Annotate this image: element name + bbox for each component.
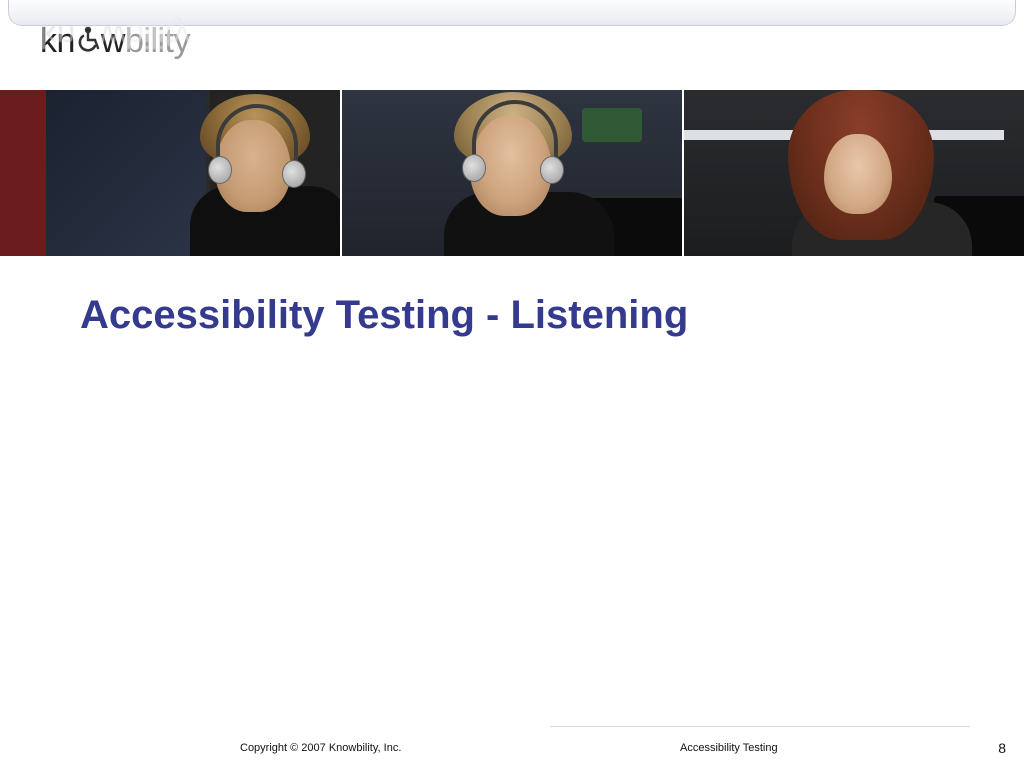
footer-section-label: Accessibility Testing bbox=[680, 742, 778, 754]
logo-text-bility: bility bbox=[125, 22, 190, 61]
slide-title: Accessibility Testing - Listening bbox=[80, 293, 688, 338]
logo-text-kn: kn bbox=[40, 22, 75, 61]
footer-copyright: Copyright © 2007 Knowbility, Inc. bbox=[240, 742, 401, 754]
wheelchair-icon bbox=[75, 24, 101, 57]
slide-footer: Copyright © 2007 Knowbility, Inc. Access… bbox=[0, 726, 1024, 756]
footer-page-number: 8 bbox=[998, 740, 1006, 756]
hero-photo-3 bbox=[684, 90, 1024, 256]
footer-divider bbox=[550, 726, 970, 727]
brand-logo: kn w bility bbox=[40, 22, 190, 61]
hero-photo-2 bbox=[342, 90, 682, 256]
hero-photo-strip bbox=[0, 90, 1024, 256]
logo-text-w: w bbox=[101, 22, 125, 61]
hero-photo-1 bbox=[0, 90, 340, 256]
